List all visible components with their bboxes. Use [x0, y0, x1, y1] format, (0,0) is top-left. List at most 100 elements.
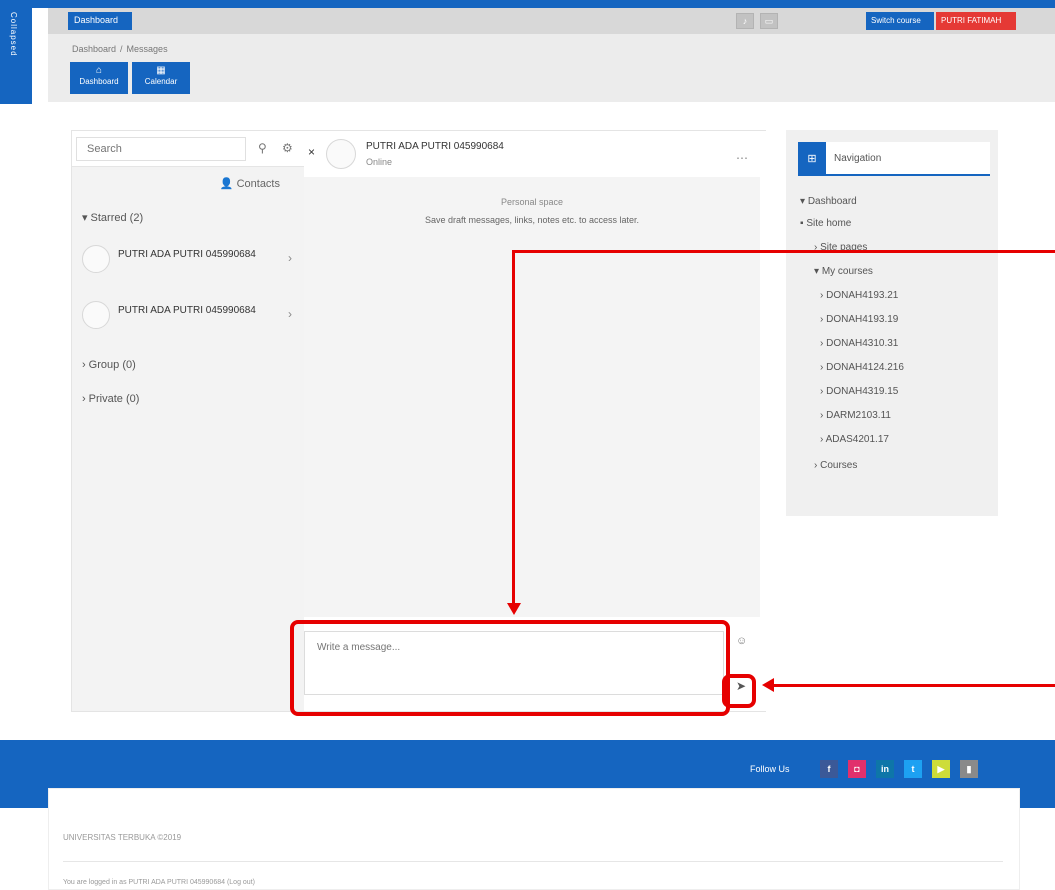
avatar: [326, 139, 356, 169]
group-label: Group: [88, 359, 120, 371]
more-options-icon[interactable]: ⋯: [736, 151, 748, 165]
emoji-icon[interactable]: ☺: [736, 635, 747, 647]
nav-item-label: DARM2103.11: [826, 410, 891, 421]
twitter-icon[interactable]: t: [904, 760, 922, 778]
private-count: (0): [125, 393, 140, 405]
nav-item-course[interactable]: › DONAH4310.31: [820, 338, 898, 349]
group-count: (0): [122, 359, 136, 371]
nav-item-course[interactable]: › DONAH4319.15: [820, 386, 898, 397]
personal-space-description: Save draft messages, links, notes etc. t…: [424, 215, 640, 225]
personal-space-title: Personal space: [500, 197, 564, 207]
avatar: [82, 245, 110, 273]
contacts-link[interactable]: 👤 Contacts: [72, 177, 304, 190]
breadcrumb-separator: /: [120, 44, 123, 54]
breadcrumb-home[interactable]: Dashboard: [72, 44, 116, 54]
sitemap-icon: ⊞: [798, 142, 826, 176]
starred-count: (2): [129, 212, 144, 224]
switch-course-label: Switch course: [871, 16, 921, 25]
annotation-box-message-input: [290, 620, 730, 716]
collapsed-drawer-strip[interactable]: Collapsed: [0, 0, 32, 104]
chat-contact-status: Online: [366, 157, 393, 167]
chevron-right-icon: ›: [82, 393, 86, 405]
search-bar: ⚲ ⚙: [72, 131, 304, 167]
calendar-icon: ▦: [156, 65, 166, 76]
switch-course-button[interactable]: Switch course: [866, 12, 934, 30]
close-icon[interactable]: ×: [308, 145, 315, 159]
avatar: [82, 301, 110, 329]
navigation-block: ⊞ Navigation ▾ Dashboard ▪ Site home › S…: [786, 130, 998, 516]
footer-card: UNIVERSITAS TERBUKA ©2019 You are logged…: [48, 788, 1020, 890]
dashboard-shortcut-label: Dashboard: [79, 77, 119, 86]
youtube-icon[interactable]: ▶: [932, 760, 950, 778]
starred-label: Starred: [90, 212, 127, 224]
chat-header: × PUTRI ADA PUTRI 045990684 Online ⋯: [304, 131, 766, 177]
home-icon: ⌂: [95, 65, 103, 76]
user-menu-label: PUTRI FATIMAH: [941, 16, 1002, 25]
instagram-icon[interactable]: ◘: [848, 760, 866, 778]
annotation-line: [513, 250, 1055, 253]
nav-item-label: DONAH4310.31: [826, 338, 899, 349]
chevron-right-icon: ›: [288, 251, 292, 265]
conversation-sidebar: ⚲ ⚙ 👤 Contacts ▾Starred (2) PUTRI ADA PU…: [72, 131, 304, 711]
calendar-shortcut-button[interactable]: ▦ Calendar: [132, 62, 190, 94]
search-input[interactable]: [76, 137, 246, 161]
facebook-icon[interactable]: f: [820, 760, 838, 778]
nav-item-label: DONAH4319.15: [826, 386, 899, 397]
top-navbar: Dashboard ♪ ▭ Switch course PUTRI FATIMA…: [48, 8, 1055, 34]
gear-icon[interactable]: ⚙: [282, 141, 293, 155]
private-section-toggle[interactable]: › Private (0): [82, 393, 139, 405]
nav-item-site-home[interactable]: ▪ Site home: [800, 218, 851, 229]
breadcrumb: Dashboard / Messages: [72, 44, 168, 54]
dashboard-shortcut-button[interactable]: ⌂ Dashboard: [70, 62, 128, 94]
mobile-icon[interactable]: ▮: [960, 760, 978, 778]
nav-item-course[interactable]: › DARM2103.11: [820, 410, 891, 421]
calendar-shortcut-label: Calendar: [144, 77, 178, 86]
conversation-name: PUTRI ADA PUTRI 045990684: [118, 305, 256, 316]
annotation-arrow-left: [762, 678, 774, 692]
nav-item-course[interactable]: › ADAS4201.17: [820, 434, 889, 445]
annotation-line: [772, 684, 1055, 687]
footer-login-info: You are logged in as PUTRI ADA PUTRI 045…: [63, 879, 255, 886]
conversation-item[interactable]: PUTRI ADA PUTRI 045990684 ›: [72, 235, 304, 283]
nav-item-dashboard[interactable]: ▾ Dashboard: [800, 196, 857, 207]
conversation-item[interactable]: PUTRI ADA PUTRI 045990684 ›: [72, 291, 304, 339]
drawer-label: Collapsed: [9, 12, 18, 57]
private-label: Private: [88, 393, 123, 405]
dashboard-brand-button[interactable]: Dashboard: [68, 12, 132, 30]
follow-us-label: Follow Us: [750, 764, 790, 774]
nav-item-course[interactable]: › DONAH4193.19: [820, 314, 898, 325]
dashboard-brand-label: Dashboard: [74, 15, 119, 25]
user-menu-button[interactable]: PUTRI FATIMAH: [936, 12, 1016, 30]
navigation-title: Navigation: [834, 153, 882, 164]
annotation-box-send-button: [722, 674, 756, 708]
annotation-arrow-down: [507, 603, 521, 615]
footer-divider: [63, 861, 1003, 862]
search-icon[interactable]: ⚲: [258, 141, 267, 155]
contacts-label: Contacts: [236, 178, 280, 190]
nav-item-courses[interactable]: › Courses: [814, 460, 857, 471]
linkedin-icon[interactable]: in: [876, 760, 894, 778]
nav-item-label: DONAH4124.216: [826, 362, 904, 373]
chevron-right-icon: ›: [288, 307, 292, 321]
nav-item-label: Site home: [806, 218, 852, 229]
nav-item-course[interactable]: › DONAH4124.216: [820, 362, 904, 373]
navigation-block-header: ⊞ Navigation: [798, 142, 990, 176]
chevron-right-icon: ›: [82, 359, 86, 371]
nav-item-label: DONAH4193.21: [826, 290, 899, 301]
annotation-line: [512, 250, 515, 604]
chat-contact-name[interactable]: PUTRI ADA PUTRI 045990684: [366, 141, 504, 152]
starred-section-toggle[interactable]: ▾ Starred (2): [82, 211, 143, 224]
user-icon: 👤: [219, 178, 234, 190]
bell-icon[interactable]: ♪: [736, 13, 754, 29]
nav-item-label: Courses: [820, 460, 858, 471]
nav-item-course[interactable]: › DONAH4193.21: [820, 290, 898, 301]
nav-item-my-courses[interactable]: ▾ My courses: [814, 266, 873, 277]
chat-body: Personal space Save draft messages, link…: [304, 177, 760, 617]
breadcrumb-current: Messages: [126, 44, 168, 54]
group-section-toggle[interactable]: › Group (0): [82, 359, 136, 371]
conversation-name: PUTRI ADA PUTRI 045990684: [118, 249, 256, 260]
nav-item-label: My courses: [821, 266, 873, 277]
chevron-down-icon: ▾: [82, 212, 88, 224]
top-accent-bar: [0, 0, 1055, 8]
chat-icon[interactable]: ▭: [760, 13, 778, 29]
